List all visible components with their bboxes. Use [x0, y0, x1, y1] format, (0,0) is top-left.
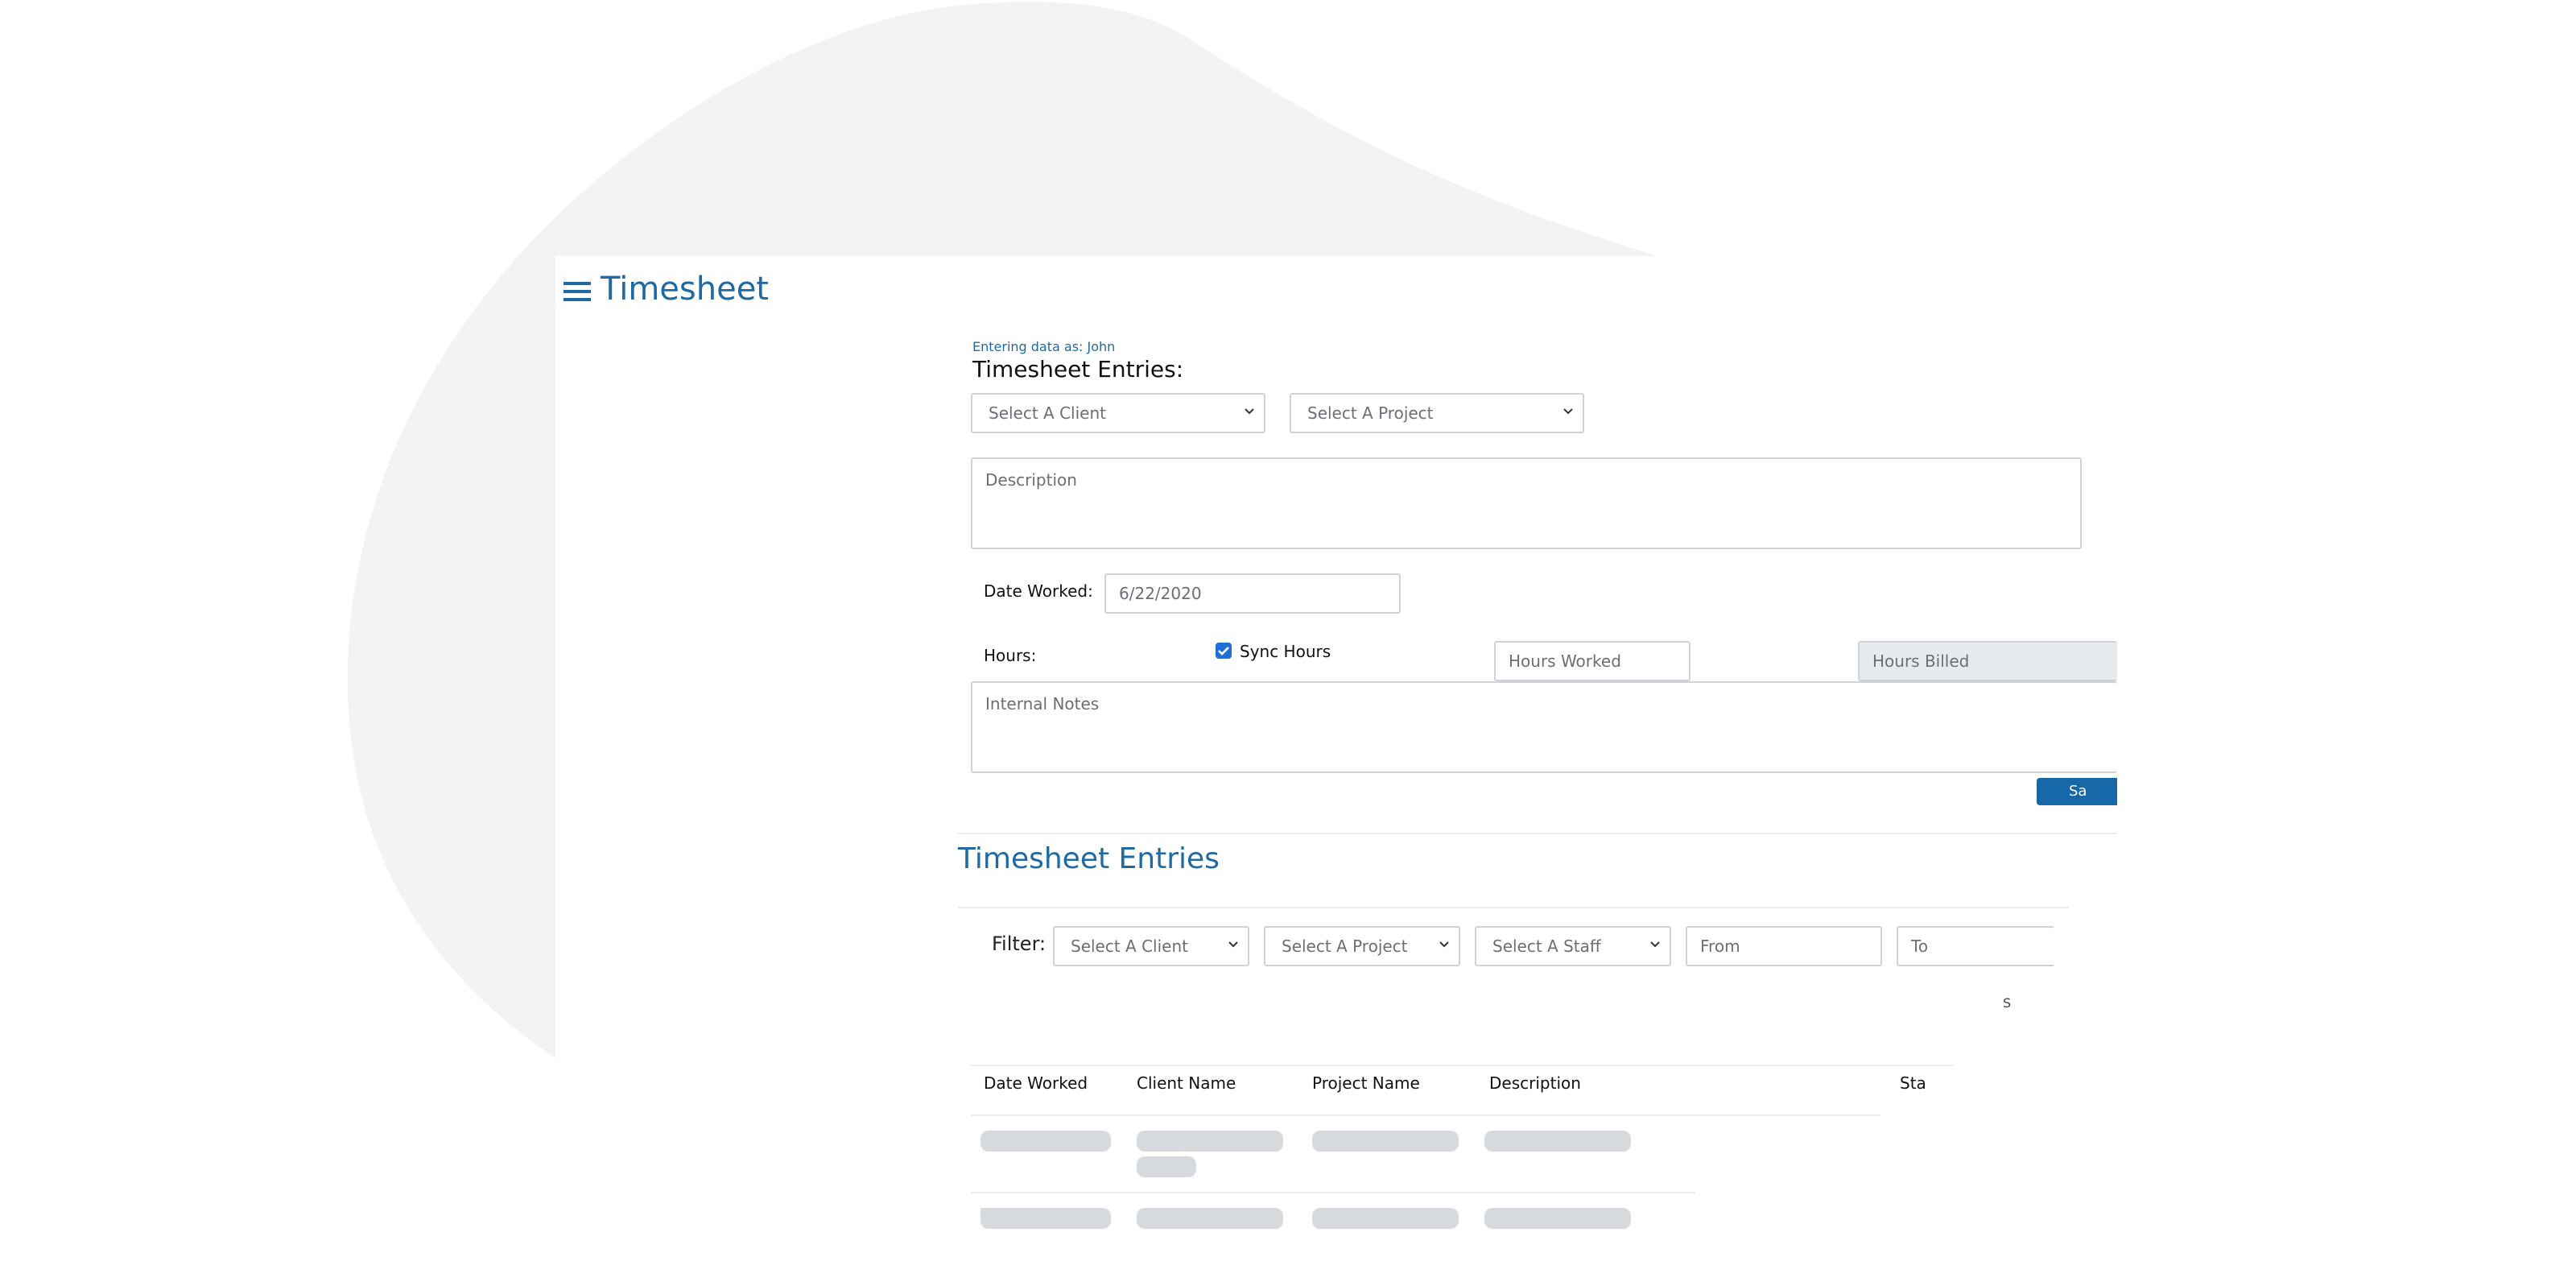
- hours-worked-placeholder: Hours Worked: [1509, 651, 1621, 671]
- column-header-description[interactable]: Description: [1489, 1073, 1581, 1093]
- column-header-client-name[interactable]: Client Name: [1137, 1073, 1236, 1093]
- chevron-down-icon: [1245, 408, 1254, 415]
- list-heading: Timesheet Entries: [958, 842, 1220, 875]
- filter-from-input[interactable]: From: [1686, 926, 1882, 966]
- skeleton-cell: [1312, 1131, 1459, 1152]
- client-select-value: Select A Client: [989, 403, 1106, 423]
- date-worked-value: 6/22/2020: [1119, 584, 1202, 603]
- filter-project-value: Select A Project: [1282, 937, 1408, 956]
- skeleton-cell: [1137, 1208, 1283, 1229]
- chevron-down-icon: [1439, 941, 1449, 948]
- hours-billed-placeholder: Hours Billed: [1872, 651, 1970, 671]
- app-title: Timesheet: [601, 271, 769, 308]
- filter-divider-top: [958, 907, 2069, 908]
- app-panel: Timesheet Entering data as: John Timeshe…: [555, 256, 2117, 1282]
- description-placeholder: Description: [985, 470, 1077, 490]
- internal-notes-textarea[interactable]: Internal Notes: [971, 681, 2117, 773]
- skeleton-cell: [1484, 1208, 1631, 1229]
- chevron-down-icon: [1650, 941, 1660, 948]
- form-heading: Timesheet Entries:: [972, 356, 1184, 383]
- skeleton-cell: [980, 1208, 1111, 1229]
- column-header-project-name[interactable]: Project Name: [1312, 1073, 1420, 1093]
- skeleton-cell: [1137, 1131, 1283, 1152]
- column-header-status[interactable]: Sta: [1900, 1073, 1932, 1093]
- filter-staff-value: Select A Staff: [1492, 937, 1601, 956]
- checkmark-icon: [1218, 647, 1229, 655]
- filter-from-placeholder: From: [1700, 937, 1740, 956]
- filter-to-input[interactable]: To: [1897, 926, 2054, 966]
- hours-billed-input: Hours Billed: [1858, 641, 2117, 681]
- filter-client-select[interactable]: Select A Client: [1053, 926, 1249, 966]
- hours-worked-input[interactable]: Hours Worked: [1494, 641, 1690, 681]
- stray-text: S: [2003, 995, 2012, 1011]
- save-button[interactable]: Sa: [2037, 778, 2117, 805]
- screenshot-stage: Timesheet Entering data as: John Timeshe…: [0, 0, 2576, 1282]
- description-textarea[interactable]: Description: [971, 457, 2082, 549]
- filter-label: Filter:: [992, 933, 1046, 955]
- entering-as-text: Entering data as: John: [972, 339, 1116, 354]
- filter-to-placeholder: To: [1911, 937, 1929, 956]
- chevron-down-icon: [1228, 941, 1238, 948]
- skeleton-cell: [980, 1131, 1111, 1152]
- hours-label: Hours:: [984, 646, 1037, 665]
- section-divider: [958, 833, 2117, 834]
- chevron-down-icon: [1563, 408, 1573, 415]
- date-worked-input[interactable]: 6/22/2020: [1104, 573, 1401, 614]
- sync-hours-checkbox[interactable]: [1216, 643, 1232, 659]
- filter-project-select[interactable]: Select A Project: [1264, 926, 1460, 966]
- column-header-date-worked[interactable]: Date Worked: [984, 1073, 1088, 1093]
- project-select-value: Select A Project: [1307, 403, 1434, 423]
- skeleton-cell: [1484, 1131, 1631, 1152]
- hamburger-menu-icon[interactable]: [564, 277, 591, 304]
- skeleton-cell: [1312, 1208, 1459, 1229]
- filter-staff-select[interactable]: Select A Staff: [1475, 926, 1671, 966]
- project-select[interactable]: Select A Project: [1290, 393, 1584, 433]
- skeleton-cell: [1137, 1156, 1196, 1177]
- table-header-border: [971, 1115, 1880, 1116]
- table-top-border: [971, 1065, 1953, 1066]
- row-divider: [971, 1192, 1695, 1193]
- internal-notes-placeholder: Internal Notes: [985, 694, 1100, 713]
- date-worked-label: Date Worked:: [984, 581, 1093, 601]
- filter-client-value: Select A Client: [1071, 937, 1188, 956]
- sync-hours-label: Sync Hours: [1240, 642, 1331, 661]
- client-select[interactable]: Select A Client: [971, 393, 1265, 433]
